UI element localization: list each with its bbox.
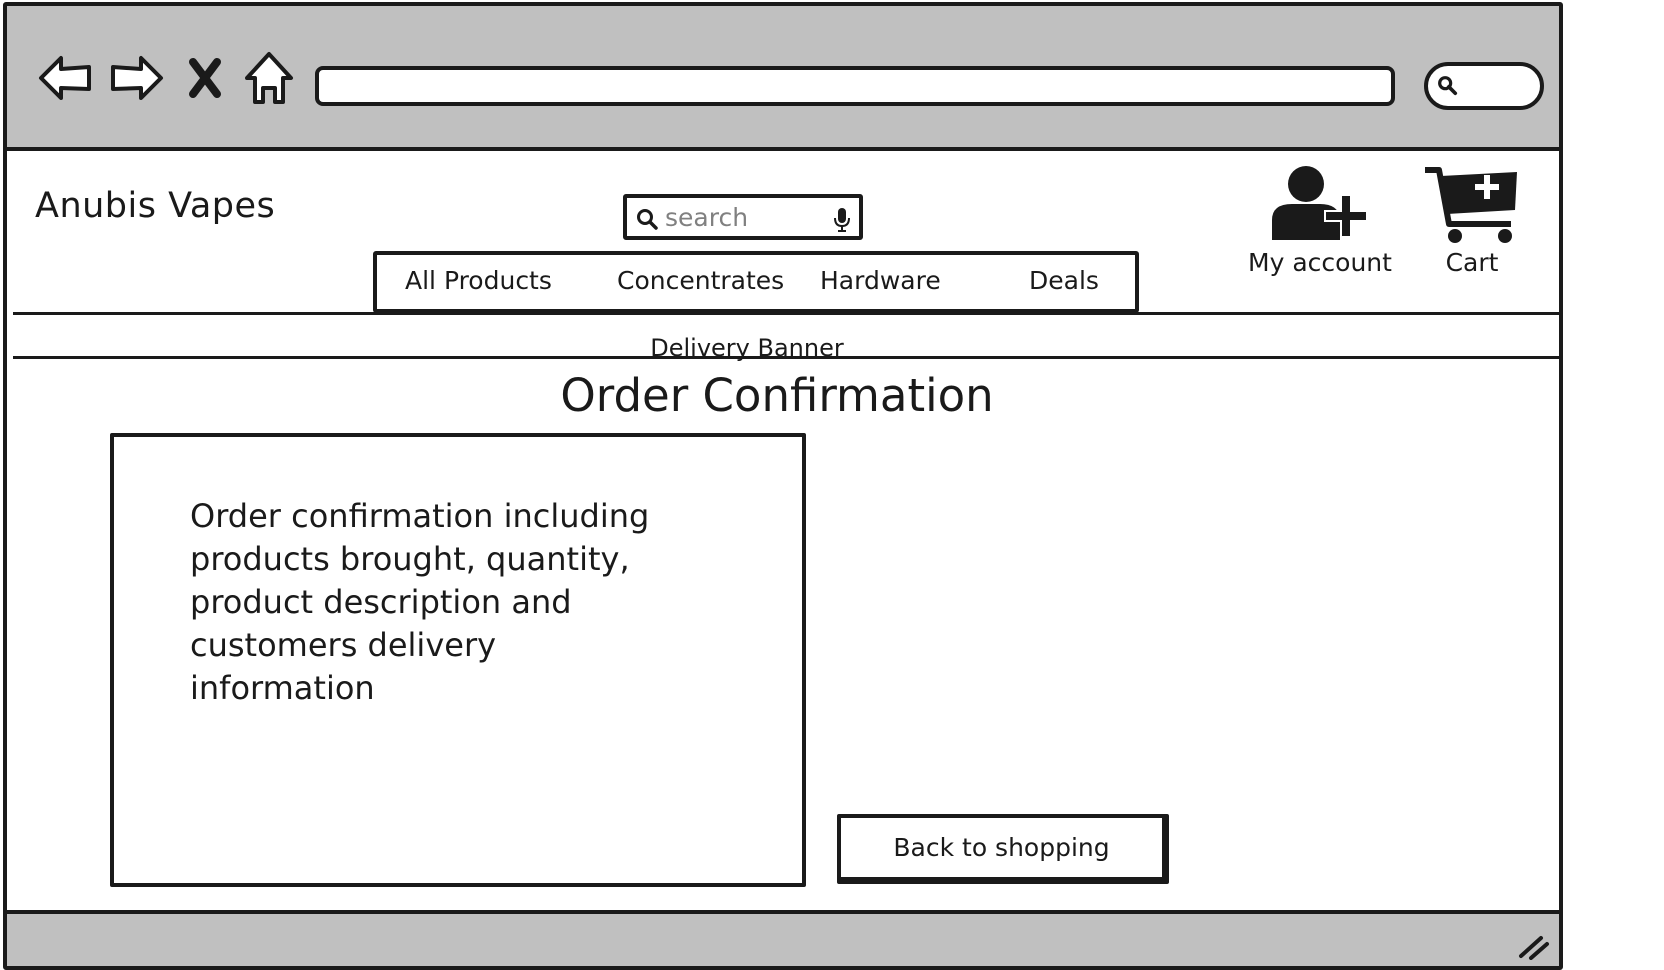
header-divider [13,312,1559,315]
cart-label: Cart [1445,248,1499,277]
search-input[interactable] [665,200,825,234]
browser-search-field[interactable] [1424,62,1544,110]
page-title: Order Confirmation [560,369,994,422]
browser-window: Anubis Vapes All Products Concentrates H… [3,2,1563,970]
nav-deals[interactable]: Deals [1029,266,1099,295]
order-confirmation-panel: Order confirmation including products br… [110,433,806,887]
my-account-label: My account [1248,248,1392,277]
browser-toolbar [7,6,1559,151]
nav-hardware[interactable]: Hardware [820,266,941,295]
category-nav: All Products Concentrates Hardware Deals [373,251,1139,313]
order-confirmation-text: Order confirmation including products br… [190,497,650,707]
nav-all-products[interactable]: All Products [405,266,552,295]
back-to-shopping-button[interactable]: Back to shopping [837,814,1169,884]
home-icon[interactable] [239,48,299,108]
cart-button[interactable]: Cart [1412,164,1532,277]
my-account-button[interactable]: My account [1245,164,1395,277]
search-icon [1438,76,1458,96]
add-to-cart-icon [1425,167,1517,243]
add-user-icon [1272,166,1368,240]
resize-grip-icon[interactable] [1515,930,1551,960]
address-bar[interactable] [315,66,1395,106]
nav-concentrates[interactable]: Concentrates [617,266,784,295]
banner-divider [13,356,1559,359]
site-logo[interactable]: Anubis Vapes [35,186,275,226]
forward-arrow-icon[interactable] [107,48,167,108]
search-icon [637,209,658,230]
microphone-icon[interactable] [833,207,851,233]
browser-status-bar [7,910,1559,966]
back-arrow-icon[interactable] [35,48,95,108]
stop-icon[interactable] [183,48,227,108]
site-search-box[interactable] [623,194,863,240]
